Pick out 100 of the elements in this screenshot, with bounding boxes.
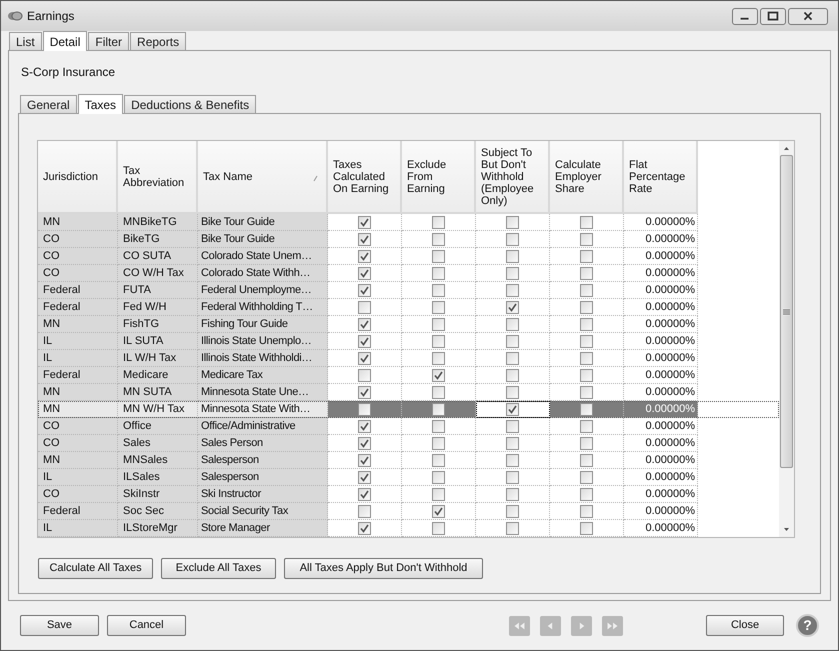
tab[interactable]: Taxes [78, 94, 124, 114]
table-row[interactable]: MN FishTG Fishing Tour Guide 0.00000% [38, 316, 779, 333]
checkbox[interactable] [580, 216, 593, 228]
checkbox[interactable] [506, 250, 519, 262]
table-row[interactable]: CO Sales Sales Person 0.00000% [38, 435, 779, 452]
action-button[interactable]: All Taxes Apply But Don't Withhold [284, 558, 483, 579]
cancel-button[interactable]: Cancel [107, 615, 186, 636]
column-header[interactable]: Tax Abbreviation [118, 141, 198, 214]
column-header[interactable]: Subject To But Don't Withhold (Employee Only) [476, 141, 550, 214]
column-header[interactable]: Flat Percentage Rate [624, 141, 698, 214]
checkbox[interactable] [358, 232, 371, 246]
checkbox[interactable] [580, 284, 593, 296]
checkbox[interactable] [358, 504, 371, 518]
table-row[interactable]: CO BikeTG Bike Tour Guide 0.00000% [38, 231, 779, 248]
table-row[interactable]: IL IL W/H Tax Illinois State Withholdi… 0.00000% [38, 350, 779, 367]
checkbox[interactable] [358, 522, 371, 534]
checkbox[interactable] [580, 250, 593, 262]
checkbox[interactable] [432, 216, 445, 228]
table-row[interactable]: CO CO SUTA Colorado State Unem… 0.00000% [38, 248, 779, 265]
table-row[interactable]: Federal Medicare Medicare Tax 0.00000% [38, 367, 779, 384]
checkbox[interactable] [580, 522, 593, 534]
checkbox[interactable] [358, 402, 371, 416]
checkbox[interactable] [358, 488, 371, 500]
checkbox[interactable] [432, 420, 445, 432]
checkbox[interactable] [580, 488, 593, 500]
checkbox[interactable] [506, 436, 519, 450]
maximize-icon[interactable] [760, 8, 786, 24]
checkbox[interactable] [506, 232, 519, 246]
table-row[interactable]: Federal Fed W/H Federal Withholding T… 0.00000% [38, 299, 779, 316]
checkbox[interactable] [580, 318, 593, 330]
checkbox[interactable] [506, 368, 519, 382]
column-header[interactable]: Taxes Calculated On Earning [328, 141, 402, 214]
checkbox[interactable] [506, 352, 519, 364]
checkbox[interactable] [506, 318, 519, 330]
table-row[interactable]: MN MN SUTA Minnesota State Une… 0.00000% [38, 384, 779, 401]
checkbox[interactable] [506, 454, 519, 466]
checkbox[interactable] [432, 284, 445, 296]
checkbox[interactable] [432, 488, 445, 500]
tab[interactable]: Reports [130, 32, 186, 50]
table-row[interactable]: IL ILStoreMgr Store Manager 0.00000% [38, 520, 779, 537]
checkbox[interactable] [580, 470, 593, 484]
table-row[interactable]: MN MN W/H Tax Minnesota State With… 0.00000% [38, 401, 779, 418]
table-row[interactable]: Federal Soc Sec Social Security Tax 0.00000% [38, 503, 779, 520]
checkbox[interactable] [358, 436, 371, 450]
column-header[interactable]: Tax Name [198, 141, 328, 214]
checkbox[interactable] [580, 232, 593, 246]
checkbox[interactable] [358, 368, 371, 382]
checkbox[interactable] [358, 300, 371, 314]
table-row[interactable]: CO CO W/H Tax Colorado State Withh… 0.00000% [38, 265, 779, 282]
tab[interactable]: Detail [42, 31, 88, 51]
checkbox[interactable] [580, 402, 593, 416]
checkbox[interactable] [432, 232, 445, 246]
action-button[interactable]: Exclude All Taxes [161, 558, 276, 579]
checkbox[interactable] [358, 216, 371, 228]
checkbox[interactable] [506, 386, 519, 398]
checkbox[interactable] [432, 266, 445, 280]
checkbox[interactable] [358, 318, 371, 330]
table-row[interactable]: MN MNBikeTG Bike Tour Guide 0.00000% [38, 214, 779, 231]
column-header[interactable]: Calculate Employer Share [550, 141, 624, 214]
table-row[interactable]: Federal FUTA Federal Unemployme… 0.00000% [38, 282, 779, 299]
help-button[interactable]: ? [796, 614, 819, 638]
checkbox[interactable] [358, 334, 371, 348]
checkbox[interactable] [358, 470, 371, 484]
checkbox[interactable] [358, 250, 371, 262]
checkbox[interactable] [432, 402, 445, 416]
close-button[interactable]: Close [706, 615, 784, 636]
checkbox[interactable] [358, 284, 371, 296]
checkbox[interactable] [358, 420, 371, 432]
checkbox[interactable] [580, 266, 593, 280]
checkbox[interactable] [432, 504, 445, 518]
checkbox[interactable] [506, 300, 519, 314]
checkbox[interactable] [432, 436, 445, 450]
table-row[interactable]: MN MNSales Salesperson 0.00000% [38, 452, 779, 469]
checkbox[interactable] [358, 266, 371, 280]
checkbox[interactable] [506, 504, 519, 518]
checkbox[interactable] [506, 420, 519, 432]
checkbox[interactable] [432, 368, 445, 382]
checkbox[interactable] [580, 300, 593, 314]
tab[interactable]: Filter [88, 32, 130, 50]
checkbox[interactable] [432, 522, 445, 534]
checkbox[interactable] [580, 504, 593, 518]
action-button[interactable]: Calculate All Taxes [38, 558, 153, 579]
checkbox[interactable] [358, 386, 371, 398]
save-button[interactable]: Save [20, 615, 99, 636]
scrollbar[interactable] [779, 141, 794, 537]
checkbox[interactable] [506, 488, 519, 500]
checkbox[interactable] [432, 470, 445, 484]
checkbox[interactable] [358, 454, 371, 466]
checkbox[interactable] [506, 402, 519, 416]
checkbox[interactable] [580, 454, 593, 466]
checkbox[interactable] [432, 318, 445, 330]
table-row[interactable]: IL IL SUTA Illinois State Unemplo… 0.00000% [38, 333, 779, 350]
table-row[interactable]: IL ILSales Salesperson 0.00000% [38, 469, 779, 486]
column-header[interactable]: Jurisdiction [38, 141, 118, 214]
checkbox[interactable] [580, 386, 593, 398]
table-row[interactable]: CO Office Office/Administrative 0.00000% [38, 418, 779, 435]
tab[interactable]: General [20, 95, 77, 113]
checkbox[interactable] [580, 436, 593, 450]
minimize-icon[interactable] [732, 8, 758, 24]
checkbox[interactable] [506, 216, 519, 228]
